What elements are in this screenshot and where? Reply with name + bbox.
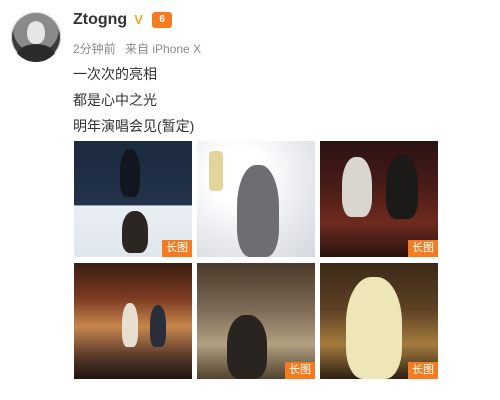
vip-badge-icon: 6 <box>152 12 173 28</box>
post-meta: 2分钟前 来自 iPhone X <box>73 40 207 57</box>
photo-figure <box>386 155 418 219</box>
image-grid: 长图 长图 长图 长图 <box>74 141 438 381</box>
avatar-shoulders <box>17 44 55 62</box>
long-image-badge: 长图 <box>408 362 438 379</box>
image-thumbnail[interactable]: 长图 <box>197 263 315 379</box>
long-image-badge: 长图 <box>285 362 315 379</box>
photo-figure <box>346 277 402 379</box>
long-image-badge: 长图 <box>408 240 438 257</box>
image-thumbnail[interactable] <box>197 141 315 257</box>
post-time[interactable]: 2分钟前 <box>73 42 116 56</box>
photo-figure <box>237 165 279 257</box>
photo-figure <box>227 315 267 379</box>
post-source: 来自 iPhone X <box>125 42 202 56</box>
avatar[interactable] <box>11 12 61 62</box>
photo-figure <box>122 303 138 347</box>
photo-figure <box>150 305 166 347</box>
image-thumbnail[interactable]: 长图 <box>320 263 438 379</box>
image-thumbnail[interactable]: 长图 <box>74 141 192 257</box>
long-image-badge: 长图 <box>162 240 192 257</box>
image-thumbnail[interactable]: 长图 <box>320 141 438 257</box>
image-thumbnail[interactable] <box>74 263 192 379</box>
photo-figure <box>342 157 372 217</box>
weibo-post: Ztogng V 6 2分钟前 来自 iPhone X 一次次的亮相 都是心中之… <box>0 0 500 400</box>
photo-figure <box>122 211 148 253</box>
photo-figure <box>120 149 140 197</box>
avatar-face <box>27 22 45 44</box>
photo-figure <box>209 151 223 191</box>
verified-icon: V <box>134 12 143 27</box>
post-text-line: 都是心中之光 <box>73 92 157 108</box>
username-link[interactable]: Ztogng <box>73 11 127 29</box>
post-text-line: 明年演唱会见(暂定) <box>73 118 195 134</box>
post-author: Ztogng V 6 <box>73 11 173 29</box>
post-text-line: 一次次的亮相 <box>73 66 157 82</box>
